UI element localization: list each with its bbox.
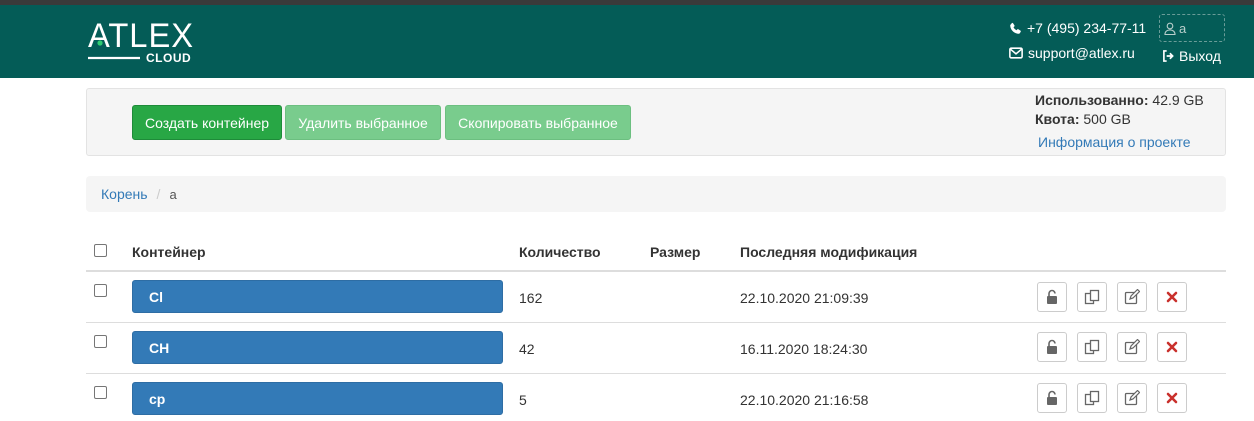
row-modified: 16.11.2020 18:24:30 [740, 341, 868, 357]
row-divider [86, 322, 1226, 323]
container-name-button[interactable]: CH [132, 331, 503, 364]
copy-button[interactable] [1077, 383, 1107, 413]
delete-icon [1166, 392, 1178, 404]
storage-used: Использованно: 42.9 GB [1035, 92, 1204, 108]
unlock-button[interactable] [1037, 383, 1067, 413]
email-text: support@atlex.ru [1028, 45, 1135, 61]
user-icon [1164, 22, 1176, 35]
row-count: 5 [519, 392, 527, 408]
row-modified: 22.10.2020 21:16:58 [740, 392, 869, 408]
copy-icon [1084, 390, 1100, 406]
username-text: a [1179, 20, 1187, 36]
edit-icon [1124, 390, 1140, 406]
unlock-icon [1047, 289, 1057, 304]
storage-used-label: Использованно: [1035, 92, 1149, 108]
column-header-size[interactable]: Размер [650, 244, 700, 260]
edit-button[interactable] [1117, 282, 1147, 312]
svg-text:ATLEX: ATLEX [88, 17, 194, 55]
user-menu[interactable]: a [1159, 14, 1225, 42]
delete-selected-button[interactable]: Удалить выбранное [285, 105, 441, 140]
column-header-container[interactable]: Контейнер [132, 244, 206, 260]
delete-button[interactable] [1157, 332, 1187, 362]
select-all-checkbox[interactable] [94, 244, 107, 257]
row-checkbox[interactable] [94, 386, 107, 399]
copy-button[interactable] [1077, 282, 1107, 312]
copy-icon [1084, 289, 1100, 305]
breadcrumb-separator: / [156, 186, 161, 202]
row-checkbox[interactable] [94, 284, 107, 297]
container-name-button[interactable]: cp [132, 382, 503, 415]
container-name-button[interactable]: Cl [132, 280, 503, 313]
logout-label: Выход [1179, 48, 1221, 64]
toolbar-panel: Создать контейнер Удалить выбранное Скоп… [86, 88, 1226, 156]
unlock-icon [1047, 339, 1057, 354]
copy-selected-button[interactable]: Скопировать выбранное [445, 105, 631, 140]
svg-text:CLOUD: CLOUD [146, 51, 191, 65]
row-checkbox[interactable] [94, 335, 107, 348]
column-header-count[interactable]: Количество [519, 244, 601, 260]
unlock-button[interactable] [1037, 282, 1067, 312]
storage-quota-value: 500 GB [1083, 111, 1131, 127]
delete-button[interactable] [1157, 282, 1187, 312]
storage-quota-label: Квота: [1035, 111, 1080, 127]
envelope-icon [1009, 47, 1023, 59]
phone-text: +7 (495) 234-77-11 [1027, 20, 1147, 36]
support-email[interactable]: support@atlex.ru [1009, 45, 1135, 61]
delete-icon [1166, 341, 1178, 353]
breadcrumb-current: a [169, 186, 177, 202]
create-container-button[interactable]: Создать контейнер [132, 105, 282, 140]
breadcrumb: Корень / a [86, 176, 1226, 212]
edit-icon [1124, 289, 1140, 305]
logout-link[interactable]: Выход [1162, 48, 1221, 64]
edit-button[interactable] [1117, 383, 1147, 413]
table-header-divider [86, 270, 1226, 272]
edit-icon [1124, 339, 1140, 355]
delete-button[interactable] [1157, 383, 1187, 413]
support-phone: +7 (495) 234-77-11 [1009, 20, 1146, 36]
copy-icon [1084, 339, 1100, 355]
phone-icon [1010, 22, 1021, 34]
project-info-link[interactable]: Информация о проекте [1038, 134, 1191, 150]
delete-icon [1166, 291, 1178, 303]
column-header-modified[interactable]: Последняя модификация [740, 244, 917, 260]
breadcrumb-root[interactable]: Корень [101, 186, 148, 202]
site-header: ATLEX CLOUD +7 (495) 234-77-11 support@a… [0, 5, 1254, 78]
atlex-cloud-logo[interactable]: ATLEX CLOUD [88, 17, 198, 69]
row-divider [86, 373, 1226, 374]
row-count: 162 [519, 290, 543, 306]
edit-button[interactable] [1117, 332, 1147, 362]
copy-button[interactable] [1077, 332, 1107, 362]
logout-icon [1163, 50, 1174, 62]
row-modified: 22.10.2020 21:09:39 [740, 290, 869, 306]
unlock-icon [1047, 390, 1057, 405]
storage-used-value: 42.9 GB [1152, 92, 1204, 108]
storage-quota: Квота: 500 GB [1035, 111, 1131, 127]
row-count: 42 [519, 341, 535, 357]
unlock-button[interactable] [1037, 332, 1067, 362]
